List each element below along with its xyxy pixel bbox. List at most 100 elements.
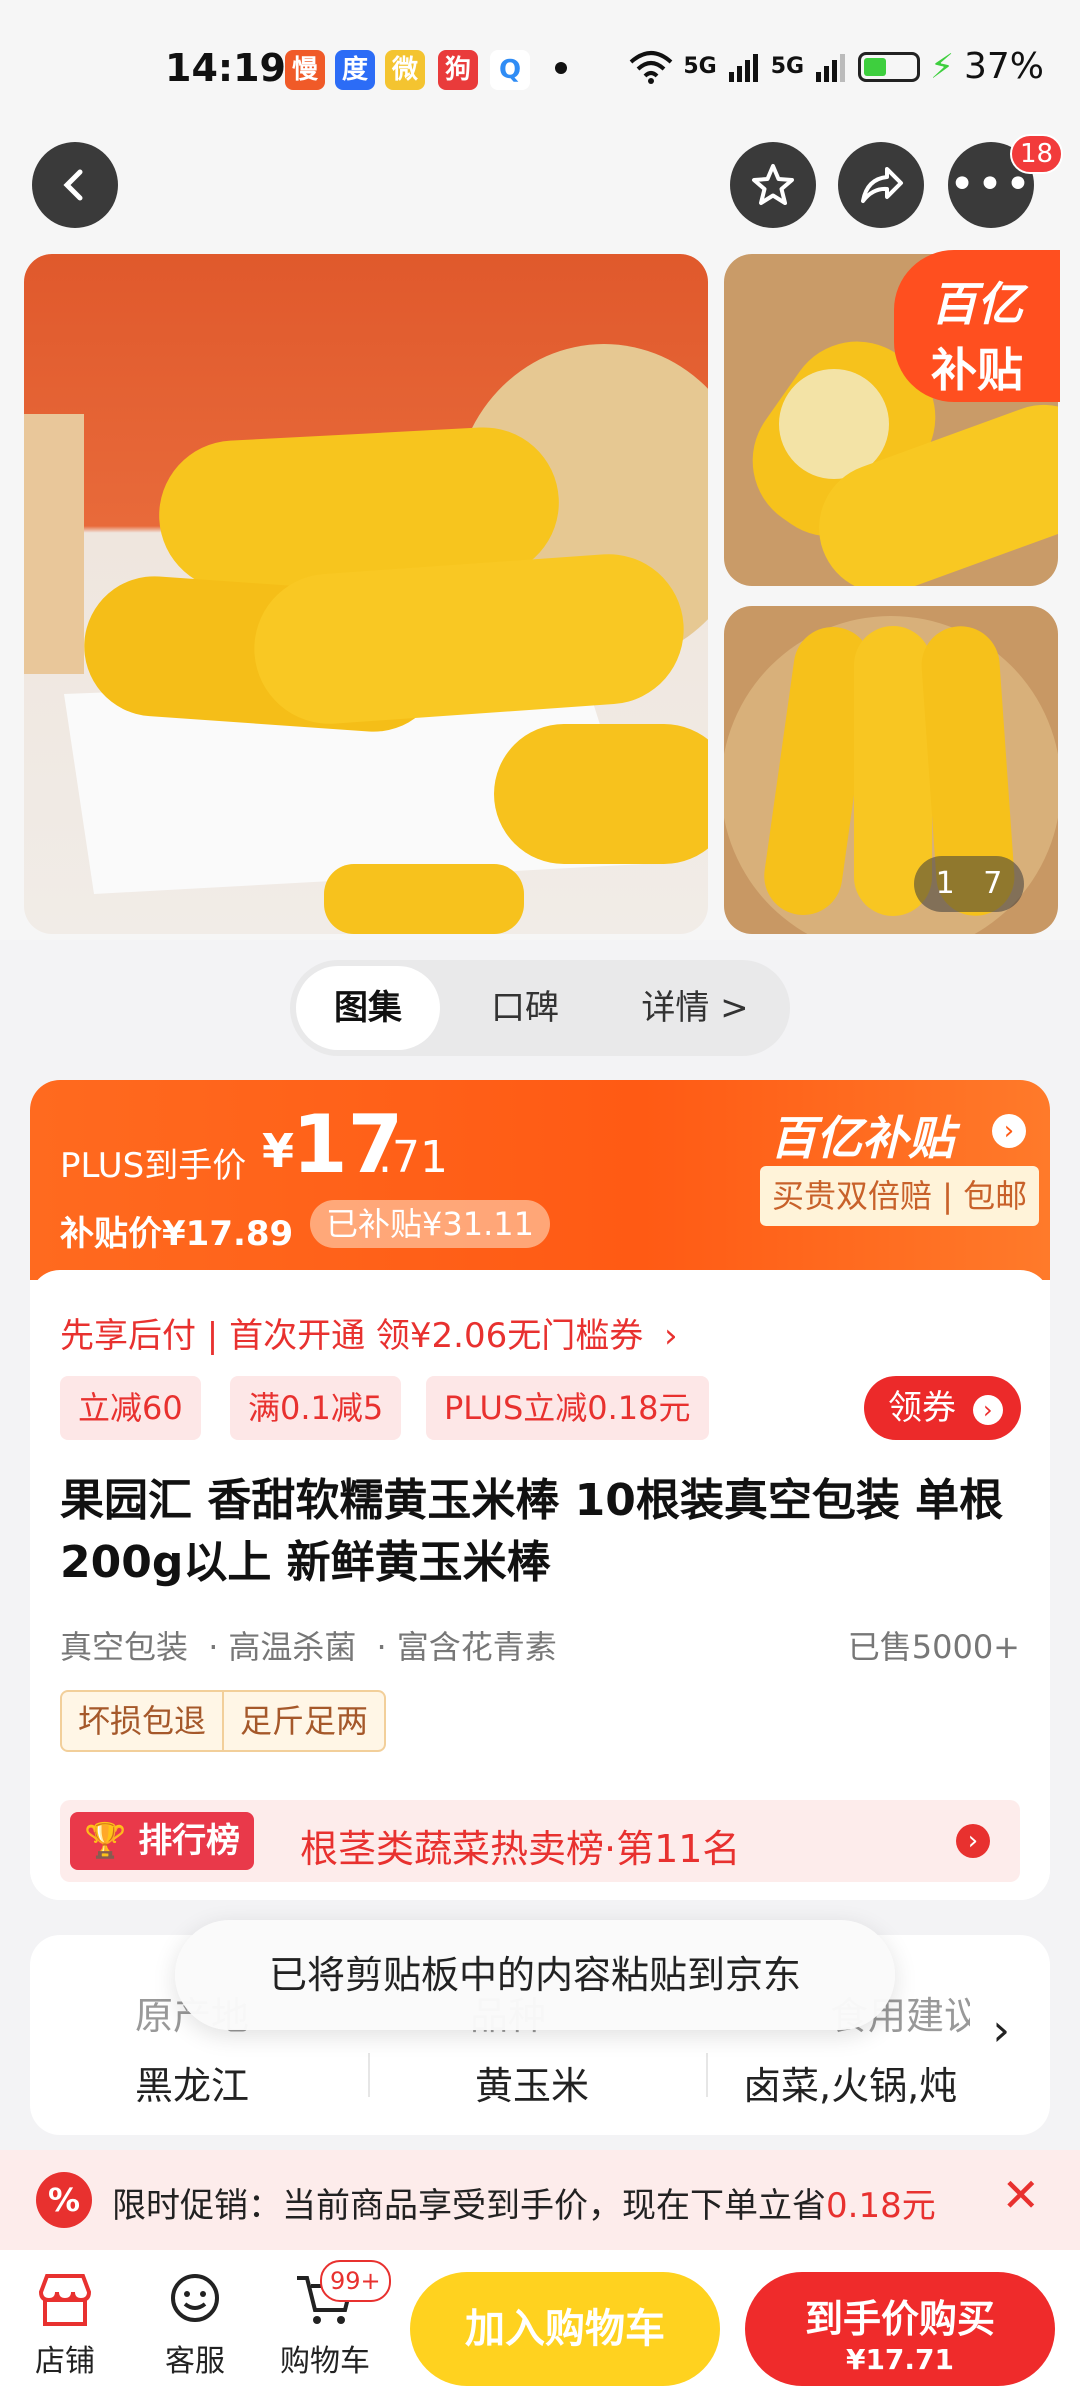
- subsidy-badge-line1: 百亿: [931, 277, 1023, 331]
- feature-item: 真空包装: [60, 1628, 189, 1666]
- get-coupon-label: 领券: [888, 1388, 956, 1428]
- signal-icon: [728, 53, 758, 82]
- product-title: 果园汇 香甜软糯黄玉米棒 10根装真空包装 单根200g以上 新鲜黄玉米棒: [60, 1475, 1004, 1588]
- price-card: PLUS到手价 ¥ 17 .71 补贴价¥17.89 已补贴¥31.11 百亿补…: [30, 1080, 1050, 1900]
- sold-count: 已售5000+: [847, 1628, 1020, 1666]
- spec-value: 卤菜,火锅,炖: [743, 2064, 958, 2108]
- service-tags[interactable]: 坏损包退 足斤足两: [60, 1690, 387, 1752]
- ranking-tag: 🏆 排行榜: [70, 1812, 255, 1870]
- gallery-tabs: 图集 口碑 详情 >: [290, 960, 790, 1056]
- image-gallery[interactable]: 百亿 补贴 1 7: [0, 250, 1080, 940]
- coupon-chip[interactable]: PLUS立减0.18元: [426, 1376, 709, 1440]
- ranking-text: 根茎类蔬菜热卖榜·第11名: [300, 1827, 741, 1871]
- tab-details[interactable]: 详情 >: [610, 960, 780, 1056]
- product-features: 真空包装 · 高温杀菌 · 富含花青素: [60, 1628, 557, 1666]
- divider: [368, 2053, 370, 2097]
- shop-nav[interactable]: 店铺: [10, 2272, 120, 2380]
- promo-text: 限时促销：当前商品享受到手价，现在下单立省0.18元: [112, 2178, 936, 2227]
- chevron-right-icon[interactable]: ›: [992, 2005, 1010, 2056]
- share-button[interactable]: [838, 142, 924, 228]
- ranking-tag-label: 排行榜: [138, 1821, 241, 1861]
- feature-item: 高温杀菌: [228, 1628, 357, 1666]
- divider: [706, 2053, 708, 2097]
- search-app-icon: Q: [490, 50, 530, 90]
- subsidy-badge-line2: 补贴: [931, 343, 1023, 397]
- status-bar: 14:19 慢 度 微 狗 Q 5G 5G ⚡ 37%: [0, 0, 1080, 140]
- close-icon[interactable]: ✕: [1001, 2168, 1040, 2222]
- cart-badge: 99+: [320, 2260, 391, 2302]
- charging-icon: ⚡: [930, 46, 954, 87]
- currency-symbol: ¥: [262, 1124, 295, 1178]
- back-arrow-icon: [63, 169, 83, 201]
- buy-now-label: 到手价购买: [804, 2297, 995, 2341]
- ranking-bar[interactable]: 🏆 排行榜 根茎类蔬菜热卖榜·第11名 ›: [60, 1800, 1020, 1882]
- status-right: 5G 5G ⚡ 37%: [629, 46, 1044, 87]
- battery-percent: 37%: [963, 46, 1044, 87]
- app-icon-2: 度: [335, 50, 375, 90]
- coupon-chip[interactable]: 立减60: [60, 1376, 201, 1440]
- pay-later-promo[interactable]: 先享后付 | 首次开通 领¥2.06无门槛券 ›: [60, 1308, 678, 1357]
- star-icon: [752, 164, 794, 205]
- network-label-1: 5G: [683, 54, 717, 79]
- shop-label: 店铺: [35, 2344, 95, 2379]
- brand-subsidy-tag[interactable]: 百亿补贴: [770, 1102, 954, 1168]
- pay-later-text: 先享后付 | 首次开通 领¥2.06无门槛券: [60, 1316, 644, 1356]
- promo-amount: 0.18元: [826, 2186, 936, 2226]
- service-nav[interactable]: 客服: [140, 2272, 250, 2380]
- app-icon-4: 狗: [438, 50, 478, 90]
- product-info: 先享后付 | 首次开通 领¥2.06无门槛券 › 立减60 满0.1减5 PLU…: [30, 1270, 1050, 1900]
- signal-icon-2: [816, 53, 846, 82]
- buy-now-button[interactable]: 到手价购买 ¥17.71: [745, 2272, 1055, 2386]
- cart-label: 购物车: [280, 2344, 370, 2379]
- chevron-right-icon: ›: [972, 1394, 1003, 1425]
- guarantee-tag: 买贵双倍赔 | 包邮: [760, 1166, 1040, 1226]
- battery-icon: [858, 51, 921, 82]
- weibo-icon: 微: [385, 50, 425, 90]
- subsidized-amount: 已补贴¥31.11: [310, 1200, 550, 1248]
- thumb-image-2[interactable]: 1 7: [724, 606, 1058, 934]
- spec-value: 黑龙江: [135, 2064, 250, 2108]
- back-button[interactable]: [32, 142, 118, 228]
- coupon-chip[interactable]: 满0.1减5: [230, 1376, 402, 1440]
- get-coupon-button[interactable]: 领券 ›: [864, 1376, 1021, 1440]
- notification-dot-icon: [555, 62, 567, 74]
- plus-price-label: PLUS到手价: [60, 1146, 247, 1186]
- service-label: 客服: [165, 2344, 225, 2379]
- service-tag: 坏损包退: [62, 1692, 225, 1750]
- spec-value: 黄玉米: [475, 2064, 590, 2108]
- gallery-total-pages: 7: [983, 866, 1003, 901]
- shop-icon: [35, 2272, 95, 2328]
- gallery-current-page: 1: [935, 866, 955, 901]
- chevron-right-icon[interactable]: ›: [992, 1114, 1026, 1148]
- wifi-icon: [630, 50, 673, 84]
- chevron-right-icon: ›: [956, 1824, 990, 1858]
- discount-icon: %: [36, 2172, 92, 2228]
- tab-gallery[interactable]: 图集: [296, 966, 440, 1050]
- service-tag: 足斤足两: [240, 1702, 369, 1740]
- more-dots-icon: •••: [949, 159, 1033, 210]
- gallery-counter: 1 7: [914, 856, 1024, 912]
- clipboard-toast: 已将剪贴板中的内容粘贴到京东: [175, 1920, 895, 2030]
- top-nav: ••• 18: [0, 134, 1080, 250]
- subsidy-badge: 百亿 补贴: [894, 250, 1060, 402]
- share-icon: [861, 167, 903, 203]
- bottom-action-bar: 店铺 客服 购物车 99+ 加入购物车 到手价购买 ¥17.71: [0, 2250, 1080, 2400]
- main-product-image[interactable]: [24, 254, 708, 934]
- app-icon-1: 慢: [285, 50, 325, 90]
- limited-promo-bar[interactable]: % 限时促销：当前商品享受到手价，现在下单立省0.18元 ✕: [0, 2150, 1080, 2250]
- add-to-cart-button[interactable]: 加入购物车: [410, 2272, 720, 2386]
- more-badge: 18: [1010, 134, 1064, 174]
- tab-reviews[interactable]: 口碑: [450, 960, 600, 1056]
- chat-smile-icon: [165, 2272, 225, 2328]
- buy-now-price: ¥17.71: [845, 2343, 955, 2376]
- subsidy-price: 补贴价¥17.89: [60, 1214, 294, 1254]
- status-time: 14:19: [165, 46, 286, 90]
- corn-image: [24, 344, 708, 934]
- favorite-button[interactable]: [730, 142, 816, 228]
- plus-price-decimal: .71: [378, 1132, 448, 1183]
- promo-message: 限时促销：当前商品享受到手价，现在下单立省: [112, 2186, 826, 2226]
- chevron-right-icon: ›: [664, 1316, 678, 1356]
- feature-item: 富含花青素: [396, 1628, 557, 1666]
- network-label-2: 5G: [770, 54, 805, 79]
- price-banner: PLUS到手价 ¥ 17 .71 补贴价¥17.89 已补贴¥31.11 百亿补…: [30, 1080, 1050, 1280]
